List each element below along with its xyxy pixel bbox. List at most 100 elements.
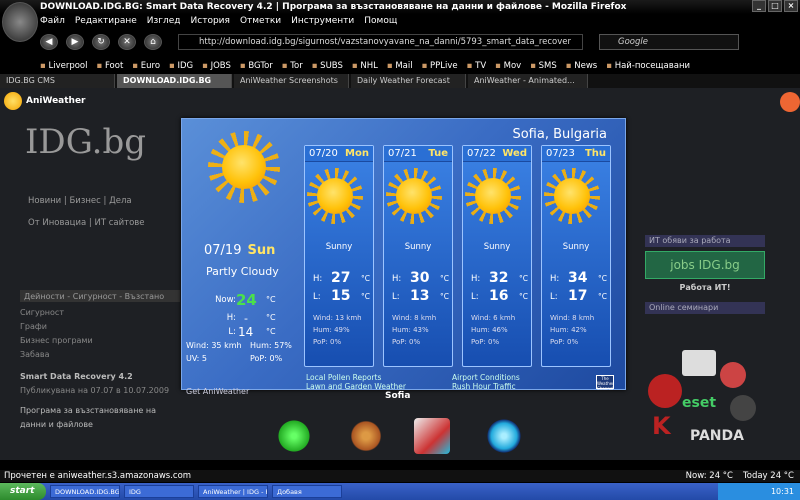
- taskbar-item[interactable]: Добавя: [272, 485, 342, 498]
- site-logo[interactable]: IDG.bg: [25, 122, 146, 162]
- weather-channel-logo[interactable]: The Weather Channel: [596, 375, 614, 391]
- book-icon[interactable]: [414, 418, 450, 454]
- status-today[interactable]: Today 24 °C: [743, 470, 794, 482]
- forecast-day: 07/23 Thu Sunny H: 34 °C L: 17 °C Wind: 8 kmh…: [541, 145, 611, 367]
- garden-link[interactable]: Lawn and Garden Weather: [306, 382, 406, 391]
- tab-idg-cms[interactable]: IDG.BG CMS: [0, 74, 115, 88]
- site-nav-links-2[interactable]: От Иновациа | ИТ сайтове: [28, 212, 145, 234]
- menu-edit[interactable]: Редактиране: [75, 14, 137, 28]
- menu-bar: Файл Редактиране Изглед История Отметки …: [40, 14, 397, 28]
- site-nav-links[interactable]: Новини | Бизнес | Дела: [28, 190, 145, 212]
- bookmark-item[interactable]: Foot: [96, 60, 123, 72]
- category-item[interactable]: Забава: [20, 348, 180, 362]
- forecast-wind: Wind: 6 kmh: [471, 314, 516, 322]
- tab-daily-weather[interactable]: Daily Weather Forecast: [351, 74, 466, 88]
- bookmark-item[interactable]: Liverpool: [40, 60, 87, 72]
- sponsor-logo[interactable]: [682, 350, 716, 376]
- get-aniweather-link[interactable]: Get AniWeather: [186, 387, 249, 396]
- refresh-icon[interactable]: [486, 418, 522, 454]
- reload-icon[interactable]: ↻: [92, 34, 110, 50]
- kaspersky-logo[interactable]: K: [652, 412, 671, 440]
- forecast-wind: Wind: 8 kmh: [550, 314, 595, 322]
- bookmark-item[interactable]: TV: [467, 60, 486, 72]
- aniweather-bar[interactable]: AniWeather: [4, 92, 86, 110]
- bookmark-item[interactable]: Tor: [282, 60, 302, 72]
- drweb-logo[interactable]: [730, 395, 756, 421]
- high-unit: °C: [266, 313, 276, 322]
- forecast-unit: °C: [440, 274, 449, 283]
- pollen-link[interactable]: Local Pollen Reports: [306, 373, 406, 382]
- bookmark-item[interactable]: PPLive: [422, 60, 458, 72]
- menu-history[interactable]: История: [191, 14, 230, 28]
- tab-download-idg[interactable]: DOWNLOAD.IDG.BG: [117, 74, 232, 88]
- aniweather-label: AniWeather: [26, 96, 86, 106]
- category-item[interactable]: Графи: [20, 320, 180, 334]
- sidebar-pin-icon[interactable]: [780, 92, 800, 112]
- forecast-header: 07/23 Thu: [542, 146, 610, 162]
- low-temp-row: L: 14 °C: [208, 325, 308, 341]
- category-item[interactable]: Сигурност: [20, 306, 180, 320]
- close-icon[interactable]: ×: [784, 0, 798, 12]
- jobs-ad[interactable]: jobs IDG.bg: [645, 251, 765, 279]
- high-label: H:: [226, 313, 236, 323]
- site-nav: Новини | Бизнес | Дела От Иновациа | ИТ …: [28, 190, 145, 234]
- gears-icon[interactable]: [276, 418, 312, 454]
- menu-bookmarks[interactable]: Отметки: [240, 14, 281, 28]
- taskbar-item[interactable]: IDG: [124, 485, 194, 498]
- eset-logo[interactable]: eset: [682, 395, 716, 411]
- tab-aniweather-screenshots[interactable]: AniWeather Screenshots: [234, 74, 349, 88]
- taskbar-item[interactable]: DOWNLOAD.IDG.BG...: [50, 485, 120, 498]
- city-name: Sofia, Bulgaria: [512, 127, 607, 142]
- bookmark-item[interactable]: News: [566, 60, 597, 72]
- today-humidity: Hum: 57%: [250, 341, 292, 350]
- bookmark-item[interactable]: SMS: [530, 60, 557, 72]
- sponsor-logo[interactable]: [648, 374, 682, 408]
- menu-view[interactable]: Изглед: [147, 14, 181, 28]
- url-input[interactable]: http://download.idg.bg/sigurnost/vazstan…: [178, 34, 583, 50]
- clock[interactable]: 10:31: [771, 487, 794, 496]
- bookmark-item[interactable]: Mov: [495, 60, 522, 72]
- bookmark-item[interactable]: Euro: [132, 60, 160, 72]
- stop-icon[interactable]: ✕: [118, 34, 136, 50]
- forecast-wind: Wind: 13 kmh: [313, 314, 362, 322]
- start-button[interactable]: start: [0, 483, 46, 500]
- menu-help[interactable]: Помощ: [364, 14, 397, 28]
- category-item[interactable]: Бизнес програми: [20, 334, 180, 348]
- search-input[interactable]: Google: [599, 34, 739, 50]
- forecast-condition: Sunny: [562, 242, 590, 252]
- forecast-date: 07/22: [467, 148, 496, 159]
- bookmark-item[interactable]: Mail: [387, 60, 412, 72]
- weather-panel: Sofia, Bulgaria 07/19 Sun Partly Cloudy N…: [181, 118, 626, 396]
- status-now[interactable]: Now: 24 °C: [686, 470, 733, 482]
- bookmark-item[interactable]: SUBS: [312, 60, 343, 72]
- bookmark-item[interactable]: IDG: [169, 60, 194, 72]
- home-icon[interactable]: ⌂: [144, 34, 162, 50]
- minimize-icon[interactable]: _: [752, 0, 766, 12]
- today-pop: PoP: 0%: [250, 354, 283, 363]
- maximize-icon[interactable]: □: [768, 0, 782, 12]
- sponsor-logo[interactable]: [720, 362, 746, 388]
- sun-icon: [317, 178, 353, 214]
- breadcrumb[interactable]: Дейности - Сигурност - Възстано: [20, 290, 180, 302]
- taskbar-item[interactable]: AniWeather | IDG - F...: [198, 485, 268, 498]
- bookmark-item[interactable]: BGTor: [240, 60, 272, 72]
- user-icon[interactable]: [348, 418, 384, 454]
- tab-aniweather-animated[interactable]: AniWeather - Animated...: [468, 74, 588, 88]
- forward-icon[interactable]: ▶: [66, 34, 84, 50]
- bookmark-item[interactable]: Най-посещавани: [606, 60, 690, 72]
- bookmark-item[interactable]: NHL: [352, 60, 378, 72]
- forecast-low-row: L: 13 °C: [392, 288, 449, 304]
- back-icon[interactable]: ◀: [40, 34, 58, 50]
- menu-file[interactable]: Файл: [40, 14, 65, 28]
- today-date: 07/19 Sun: [204, 243, 275, 258]
- menu-tools[interactable]: Инструменти: [291, 14, 354, 28]
- traffic-link[interactable]: Rush Hour Traffic: [452, 382, 520, 391]
- airport-link[interactable]: Airport Conditions: [452, 373, 520, 382]
- forecast-date: 07/21: [388, 148, 417, 159]
- forecast-header: 07/21 Tue: [384, 146, 452, 162]
- panda-logo[interactable]: PANDA: [690, 428, 744, 444]
- forecast-unit: °C: [598, 292, 607, 301]
- forecast-day: 07/20 Mon Sunny H: 27 °C L: 15 °C Wind: 13 km…: [304, 145, 374, 367]
- jobs-text: Работа ИТ!: [679, 283, 731, 292]
- bookmark-item[interactable]: JOBS: [202, 60, 231, 72]
